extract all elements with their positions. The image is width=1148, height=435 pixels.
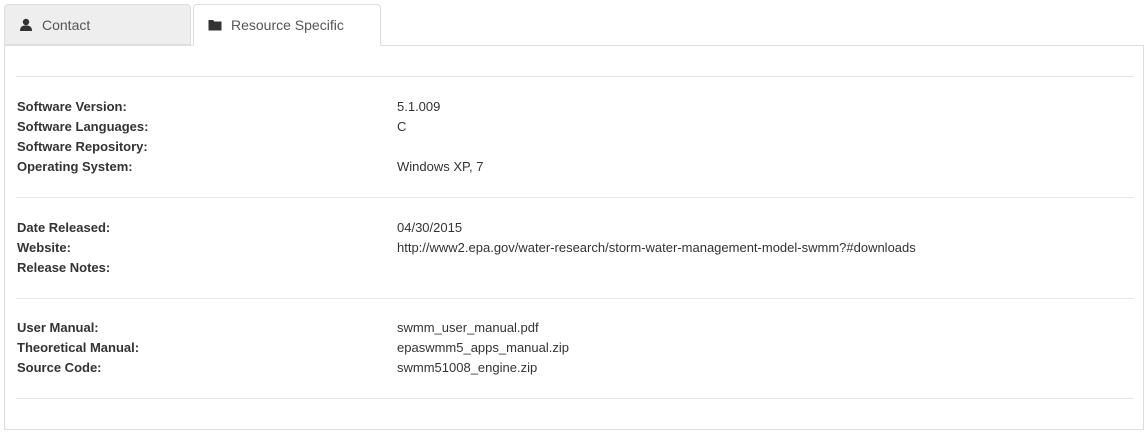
divider	[16, 298, 1134, 299]
source-code-label: Source Code:	[17, 360, 102, 375]
date-released-row: Date Released: 04/30/2015	[17, 218, 1137, 238]
software-repository-row: Software Repository:	[17, 137, 1137, 157]
release-notes-row: Release Notes:	[17, 258, 1137, 278]
operating-system-value: Windows XP, 7	[397, 159, 484, 174]
divider	[16, 197, 1134, 198]
software-languages-value: C	[397, 119, 407, 134]
tab-resource-specific-label: Resource Specific	[231, 17, 344, 33]
tab-contact-label: Contact	[42, 16, 91, 33]
release-notes-label: Release Notes:	[17, 260, 111, 275]
divider	[16, 398, 1134, 399]
website-label: Website:	[17, 240, 71, 255]
operating-system-row: Operating System: Windows XP, 7	[17, 157, 1137, 177]
software-version-value: 5.1.009	[397, 99, 441, 114]
resource-specific-panel: Software Version: 5.1.009 Software Langu…	[4, 45, 1144, 430]
user-icon	[19, 18, 33, 32]
folder-icon	[208, 18, 222, 32]
theoretical-manual-row: Theoretical Manual: epaswmm5_apps_manual…	[17, 338, 1137, 358]
divider	[16, 76, 1134, 77]
software-version-label: Software Version:	[17, 99, 127, 114]
website-row: Website: http://www2.epa.gov/water-resea…	[17, 238, 1137, 258]
source-code-row: Source Code: swmm51008_engine.zip	[17, 358, 1137, 378]
user-manual-link[interactable]: swmm_user_manual.pdf	[397, 318, 539, 338]
tab-resource-specific[interactable]: Resource Specific	[193, 4, 381, 46]
operating-system-label: Operating System:	[17, 159, 133, 174]
software-languages-label: Software Languages:	[17, 119, 149, 134]
date-released-label: Date Released:	[17, 220, 111, 235]
user-manual-row: User Manual: swmm_user_manual.pdf	[17, 318, 1137, 338]
tab-contact[interactable]: Contact	[4, 4, 191, 45]
source-code-link[interactable]: swmm51008_engine.zip	[397, 358, 537, 378]
software-repository-label: Software Repository:	[17, 139, 148, 154]
theoretical-manual-label: Theoretical Manual:	[17, 340, 140, 355]
website-link[interactable]: http://www2.epa.gov/water-research/storm…	[397, 238, 916, 258]
tab-bar: Contact Resource Specific	[4, 4, 1144, 46]
software-version-row: Software Version: 5.1.009	[17, 97, 1137, 117]
theoretical-manual-link[interactable]: epaswmm5_apps_manual.zip	[397, 338, 569, 358]
date-released-value: 04/30/2015	[397, 220, 463, 235]
user-manual-label: User Manual:	[17, 320, 99, 335]
software-languages-row: Software Languages: C	[17, 117, 1137, 137]
